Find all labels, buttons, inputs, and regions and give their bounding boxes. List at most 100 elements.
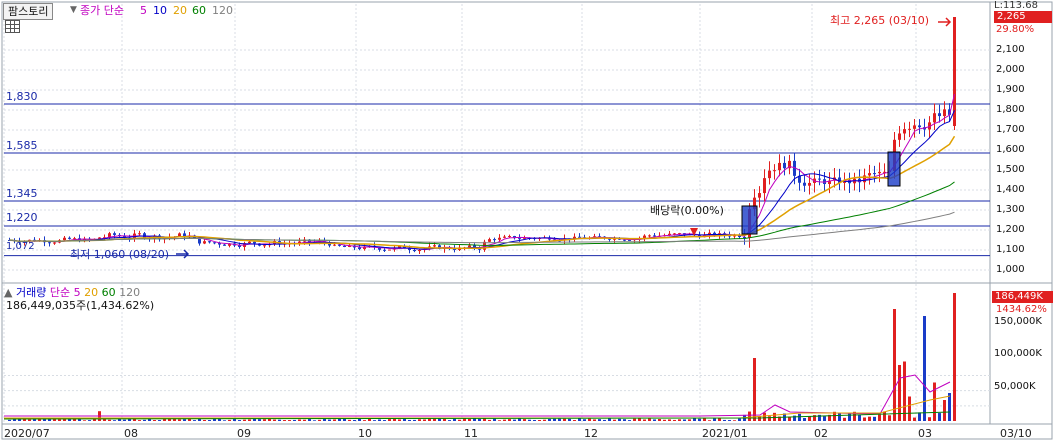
volume-bar-140	[708, 420, 711, 421]
volume-bar-168	[848, 413, 851, 421]
stock-name-box[interactable]: 팜스토리	[3, 3, 54, 20]
volume-bar-137	[693, 418, 696, 421]
price-ma-label[interactable]: 종가 단순	[80, 4, 124, 17]
volume-bar-76	[388, 419, 391, 421]
candle-body-75	[383, 249, 386, 251]
volume-bar-50	[258, 419, 261, 421]
volume-bar-44	[228, 419, 231, 421]
x-label-08: 08	[124, 427, 138, 440]
volume-bar-40	[208, 420, 211, 421]
volume-bar-128	[648, 418, 651, 421]
volume-bar-37	[193, 420, 196, 421]
candle-body-66	[338, 244, 341, 246]
candle-body-187	[943, 109, 946, 117]
volume-bar-45	[233, 418, 236, 421]
candle-body-123	[623, 239, 626, 241]
candle-body-51	[263, 245, 266, 247]
volume-bar-54	[278, 419, 281, 421]
volume-bar-88	[448, 420, 451, 421]
ma-20-label[interactable]: 20	[173, 4, 187, 17]
candle-body-67	[343, 245, 346, 247]
volume-bar-184	[928, 417, 931, 421]
volume-bar-151	[763, 412, 766, 421]
volume-bar-174	[878, 414, 881, 421]
volume-bar-51	[263, 419, 266, 421]
ma-60-label[interactable]: 60	[192, 4, 206, 17]
x-label-11: 11	[464, 427, 478, 440]
volume-bar-171	[863, 417, 866, 421]
highlight-box-jan	[741, 205, 758, 235]
x-label-10: 10	[358, 427, 372, 440]
volume-bar-132	[668, 419, 671, 421]
ma-10-label[interactable]: 10	[153, 4, 167, 17]
volume-bar-85	[433, 418, 436, 421]
volume-bar-172	[868, 416, 871, 421]
volume-bar-86	[438, 418, 441, 421]
stock-name: 팜스토리	[8, 5, 49, 18]
volume-bar-144	[728, 420, 731, 421]
volume-bar-114	[578, 418, 581, 421]
volume-bar-131	[663, 419, 666, 421]
candle-body-154	[778, 162, 781, 171]
hline-label-1220: 1,220	[6, 211, 38, 224]
x-label-2020-07: 2020/07	[4, 427, 50, 440]
volume-bar-89	[453, 418, 456, 421]
ma-120-label[interactable]: 120	[212, 4, 233, 17]
volume-legend[interactable]: ▲ 거래량 단순 5 20 60 120	[4, 286, 140, 299]
price-tick-2100: 2,100	[996, 44, 1025, 55]
candle-body-98	[498, 237, 501, 240]
volume-bar-122	[618, 418, 621, 421]
volume-bar-75	[383, 420, 386, 421]
volume-bar-10	[58, 419, 61, 421]
chart-canvas[interactable]	[0, 0, 1054, 442]
candle-body-162	[818, 178, 821, 180]
candle-body-129	[653, 235, 656, 237]
candle-body-155	[783, 162, 786, 169]
change-pct-label: 29.80%	[996, 24, 1035, 35]
candle-body-70	[358, 247, 361, 250]
low-arrow-icon	[176, 249, 190, 259]
volume-bar-125	[633, 418, 636, 421]
volume-bar-112	[568, 418, 571, 421]
volume-bar-53	[273, 419, 276, 421]
ma-5-label[interactable]: 5	[140, 4, 147, 17]
volume-bar-83	[423, 419, 426, 421]
volume-bar-153	[773, 412, 776, 421]
volume-bar-20	[108, 419, 111, 421]
dividend-annotation: 배당락(0.00%)	[650, 204, 724, 217]
volume-bar-58	[298, 419, 301, 421]
volume-bar-26	[138, 420, 141, 421]
volume-bar-123	[623, 419, 626, 421]
volume-bar-143	[723, 419, 726, 421]
candle-body-114	[578, 236, 581, 238]
candle-body-21	[113, 233, 116, 235]
table-grid-icon[interactable]	[5, 20, 20, 33]
volume-bar-39	[203, 419, 206, 421]
candle-body-9	[53, 242, 56, 244]
volume-bar-113	[573, 420, 576, 421]
volume-bar-170	[858, 414, 861, 421]
volume-bar-127	[643, 419, 646, 421]
volume-bar-138	[698, 418, 701, 421]
candle-body-153	[773, 170, 776, 172]
candle-body-81	[413, 249, 416, 252]
volume-bar-107	[543, 419, 546, 421]
hline-label-1585: 1,585	[6, 139, 38, 152]
candle-body-178	[898, 133, 901, 140]
volume-bar-159	[803, 418, 806, 421]
volume-bar-118	[598, 419, 601, 421]
price-tick-2000: 2,000	[996, 64, 1025, 75]
hline-label-1830: 1,830	[6, 90, 38, 103]
x-label-0310: 03/10	[1000, 427, 1032, 440]
candle-body-65	[333, 244, 336, 246]
volume-bar-167	[843, 417, 846, 421]
volume-bar-94	[478, 418, 481, 421]
volume-bar-103	[523, 419, 526, 421]
candle-body-181	[913, 125, 916, 129]
stock-dropdown-arrow[interactable]: ▼	[70, 3, 77, 18]
volume-collapse-icon[interactable]: ▲	[4, 286, 16, 299]
volume-bar-78	[398, 419, 401, 421]
candle-body-133	[673, 233, 676, 235]
vol-ma-20-label: 20	[84, 286, 99, 299]
volume-bar-101	[513, 419, 516, 421]
